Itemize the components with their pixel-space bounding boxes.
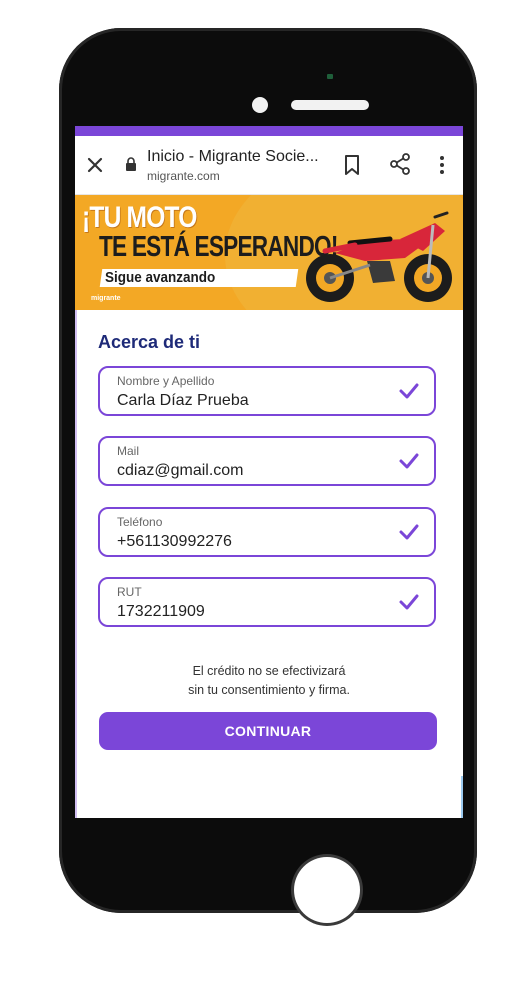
motorcycle-image [306,211,452,302]
check-icon [399,594,419,610]
phone-field[interactable]: Teléfono +561130992276 [98,507,436,557]
rut-field[interactable]: RUT 1732211909 [98,577,436,627]
page-title: Inicio - Migrante Socie... [147,148,319,165]
status-bar [75,126,463,136]
consent-notice: El crédito no se efectivizará sin tu con… [75,662,463,700]
banner-headline: ¡TU MOTO [82,201,197,234]
notice-line: El crédito no se efectivizará [192,664,346,678]
screen-edge [461,776,463,818]
bookmark-icon[interactable] [343,154,361,176]
check-icon [399,524,419,540]
banner-subline: Sigue avanzando [105,269,216,286]
field-label: Nombre y Apellido [117,374,215,388]
front-camera [252,97,268,113]
check-icon [399,383,419,399]
promo-banner[interactable]: ¡TU MOTO TE ESTÁ ESPERANDO! Sigue avanza… [75,195,463,310]
notice-line: sin tu consentimiento y firma. [188,683,350,697]
field-label: RUT [117,585,142,599]
field-label: Teléfono [117,515,163,529]
section-title: Acerca de ti [98,332,201,352]
share-icon[interactable] [389,153,411,175]
continue-button[interactable]: CONTINUAR [99,712,437,750]
field-value[interactable]: +561130992276 [117,533,232,551]
field-value[interactable]: cdiaz@gmail.com [117,462,244,480]
lock-icon [126,157,136,171]
more-vert-icon[interactable] [438,154,446,176]
field-value[interactable]: 1732211909 [117,603,205,621]
earpiece-speaker [291,100,369,110]
camera-led [327,74,333,79]
name-field[interactable]: Nombre y Apellido Carla Díaz Prueba [98,366,436,416]
field-value[interactable]: Carla Díaz Prueba [117,392,249,410]
home-button[interactable] [294,857,360,923]
email-field[interactable]: Mail cdiaz@gmail.com [98,436,436,486]
brand-logo: migrante [91,295,121,302]
close-icon[interactable] [84,154,106,176]
browser-toolbar: Inicio - Migrante Socie... migrante.com [75,136,463,195]
phone-screen: Inicio - Migrante Socie... migrante.com … [75,126,463,818]
check-icon [399,453,419,469]
page-url[interactable]: migrante.com [147,169,220,183]
field-label: Mail [117,444,140,458]
